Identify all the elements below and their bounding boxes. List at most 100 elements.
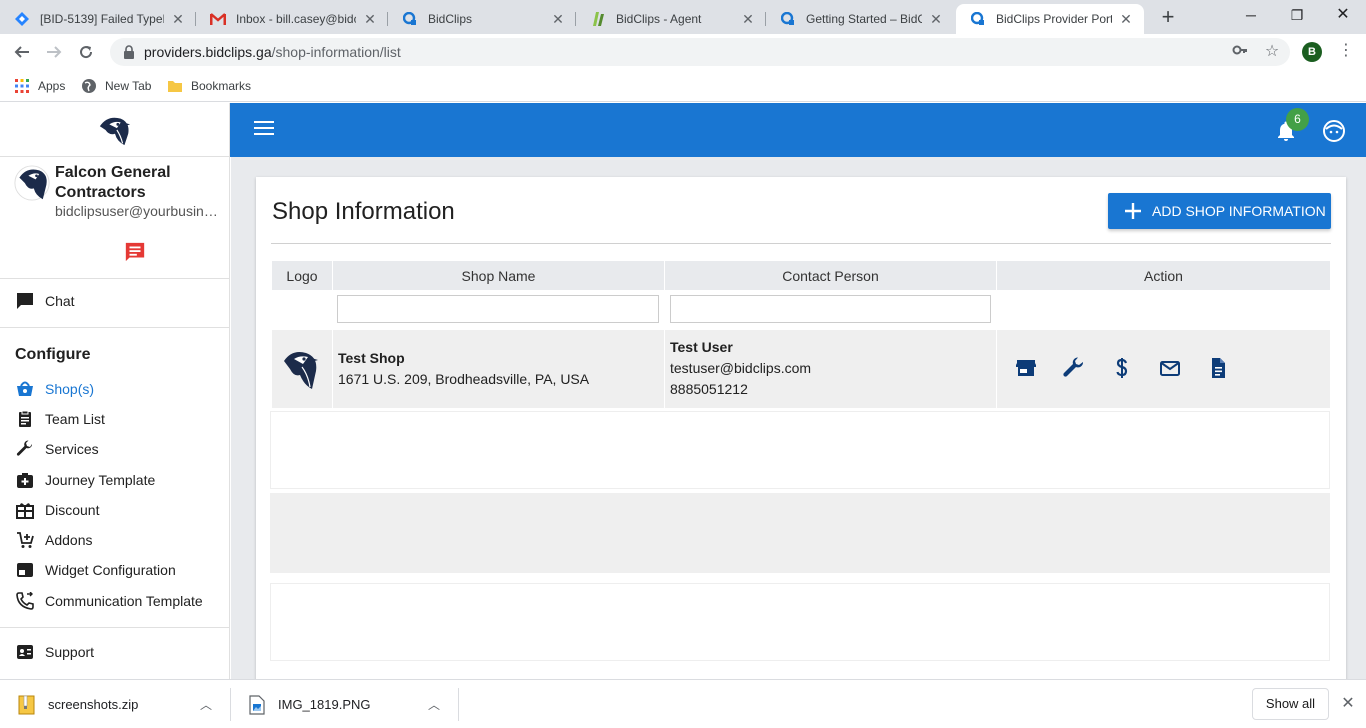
download-item[interactable]: IMG_1819.PNG ︿ [248, 680, 448, 728]
bidclips-icon [402, 11, 418, 27]
close-tab-icon[interactable]: ✕ [170, 11, 186, 28]
close-tab-icon[interactable]: ✕ [362, 11, 378, 28]
chevron-up-icon[interactable]: ︿ [428, 696, 440, 713]
section-title-configure: Configure [15, 346, 91, 363]
tab-title: Getting Started – BidCli [806, 12, 922, 26]
close-tab-icon[interactable]: ✕ [740, 11, 756, 28]
storefront-icon[interactable] [1015, 357, 1037, 379]
plus-icon [1125, 203, 1141, 219]
wrench-icon[interactable] [1063, 357, 1085, 379]
download-bar: screenshots.zip ︿ IMG_1819.PNG ︿ Show al… [0, 679, 1366, 728]
contact-phone: 8885051212 [670, 381, 748, 397]
sidebar-item-discount[interactable]: Discount [15, 498, 99, 522]
contact-person-filter-input[interactable] [670, 295, 991, 323]
reload-icon [80, 46, 93, 59]
camera-plus-icon [15, 470, 35, 490]
add-shop-information-button[interactable]: ADD SHOP INFORMATION [1108, 193, 1331, 229]
contact-email: testuser@bidclips.com [670, 360, 812, 376]
sidebar-item-label: Shop(s) [45, 381, 95, 397]
menu-icon[interactable] [254, 121, 274, 139]
forward-button[interactable] [40, 38, 68, 66]
sidebar-item-services[interactable]: Services [15, 437, 99, 461]
minimize-window-button[interactable]: ─ [1228, 0, 1274, 30]
browser-tab[interactable]: BidClips - Agent ✕ [576, 4, 766, 34]
table-row-loading [270, 493, 1330, 573]
browser-toolbar: providers.bidclips.ga/shop-information/l… [0, 34, 1366, 70]
sidebar-item-journey-template[interactable]: Journey Template [15, 468, 155, 492]
download-filename: IMG_1819.PNG [278, 697, 371, 712]
bookmark-label: Apps [38, 79, 66, 93]
chevron-up-icon[interactable]: ︿ [200, 696, 212, 713]
new-tab-button[interactable]: + [1154, 4, 1182, 32]
table-row[interactable]: Test Shop 1671 U.S. 209, Brodheadsville,… [272, 330, 1330, 408]
column-header-shop-name[interactable]: Shop Name [333, 261, 665, 290]
key-icon[interactable] [1230, 42, 1250, 62]
sidebar-item-widget-configuration[interactable]: Widget Configuration [15, 558, 176, 582]
sidebar-item-label: Services [45, 441, 99, 457]
browser-tab[interactable]: BidClips ✕ [388, 4, 576, 34]
shop-address: 1671 U.S. 209, Brodheadsville, PA, USA [338, 371, 590, 387]
tab-title: Inbox - bill.casey@bidc [236, 12, 356, 26]
chat-icon [15, 291, 35, 311]
lock-icon [124, 45, 134, 59]
main-content: Shop Information ADD SHOP INFORMATION Lo… [231, 157, 1366, 687]
arrow-right-icon [47, 46, 62, 58]
close-window-button[interactable]: ✕ [1320, 0, 1366, 30]
sidebar-item-shops[interactable]: Shop(s) [15, 377, 94, 401]
sidebar-item-support[interactable]: Support [15, 640, 94, 664]
browser-tab[interactable]: Inbox - bill.casey@bidc ✕ [196, 4, 388, 34]
shop-name-filter-input[interactable] [337, 295, 659, 323]
close-tab-icon[interactable]: ✕ [928, 11, 944, 28]
close-tab-icon[interactable]: ✕ [1118, 11, 1134, 28]
sidebar-item-label: Widget Configuration [45, 562, 176, 578]
reload-button[interactable] [72, 38, 100, 66]
dollar-icon[interactable] [1111, 357, 1133, 379]
document-icon[interactable] [1207, 357, 1229, 379]
browser-tab[interactable]: [BID-5139] Failed TypeE ✕ [0, 4, 196, 34]
browser-tab[interactable]: Getting Started – BidCli ✕ [766, 4, 954, 34]
company-name: Falcon General Contractors [55, 164, 171, 201]
column-header-logo[interactable]: Logo [272, 261, 333, 290]
download-item[interactable]: screenshots.zip ︿ [18, 680, 218, 728]
bookmark-folder[interactable]: Bookmarks [167, 76, 251, 96]
arrow-left-icon [14, 46, 29, 58]
column-header-contact-person[interactable]: Contact Person [665, 261, 997, 290]
url-host: providers.bidclips.ga [144, 44, 272, 60]
chat-bubble-icon[interactable] [124, 241, 146, 263]
support-card-icon [15, 642, 35, 662]
browser-tab-active[interactable]: BidClips Provider Portal ✕ [956, 4, 1144, 34]
user-email: bidclipsuser@yourbusiness.com [55, 203, 220, 219]
profile-avatar[interactable]: B [1302, 42, 1322, 62]
bookmark-new-tab[interactable]: New Tab [81, 76, 151, 96]
sidebar-item-chat[interactable]: Chat [15, 289, 75, 313]
phone-forward-icon [15, 591, 35, 611]
page-title: Shop Information [272, 198, 455, 225]
shop-information-card: Shop Information ADD SHOP INFORMATION Lo… [256, 177, 1346, 687]
sidebar-item-addons[interactable]: Addons [15, 528, 92, 552]
close-tab-icon[interactable]: ✕ [550, 11, 566, 28]
back-button[interactable] [8, 38, 36, 66]
table-row-loading [270, 411, 1330, 489]
sidebar-item-label: Chat [45, 293, 75, 309]
globe-icon [82, 79, 96, 93]
sidebar-item-team-list[interactable]: Team List [15, 407, 105, 431]
account-face-icon[interactable] [1322, 119, 1346, 143]
falcon-logo[interactable] [96, 113, 134, 147]
shop-name: Test Shop [338, 350, 405, 366]
address-bar[interactable]: providers.bidclips.ga/shop-information/l… [110, 38, 1290, 66]
restore-window-button[interactable]: ❐ [1274, 0, 1320, 30]
mail-icon[interactable] [1159, 357, 1181, 379]
more-menu-icon[interactable]: ⋮ [1338, 42, 1354, 62]
shop-name-cell [333, 330, 665, 408]
bookmark-apps[interactable]: Apps [14, 76, 65, 96]
show-all-downloads-button[interactable]: Show all [1252, 688, 1329, 720]
sidebar: Falcon General Contractors bidclipsuser@… [0, 103, 230, 679]
column-header-action: Action [1144, 267, 1183, 284]
star-icon[interactable]: ☆ [1262, 42, 1282, 62]
sidebar-item-label: Communication Template [45, 593, 203, 609]
filter-row [272, 290, 1330, 330]
close-icon[interactable]: ✕ [1338, 694, 1358, 714]
sidebar-item-communication-template[interactable]: Communication Template [15, 589, 203, 613]
sidebar-item-label: Support [45, 644, 95, 660]
add-button-label: ADD SHOP INFORMATION [1152, 203, 1326, 219]
